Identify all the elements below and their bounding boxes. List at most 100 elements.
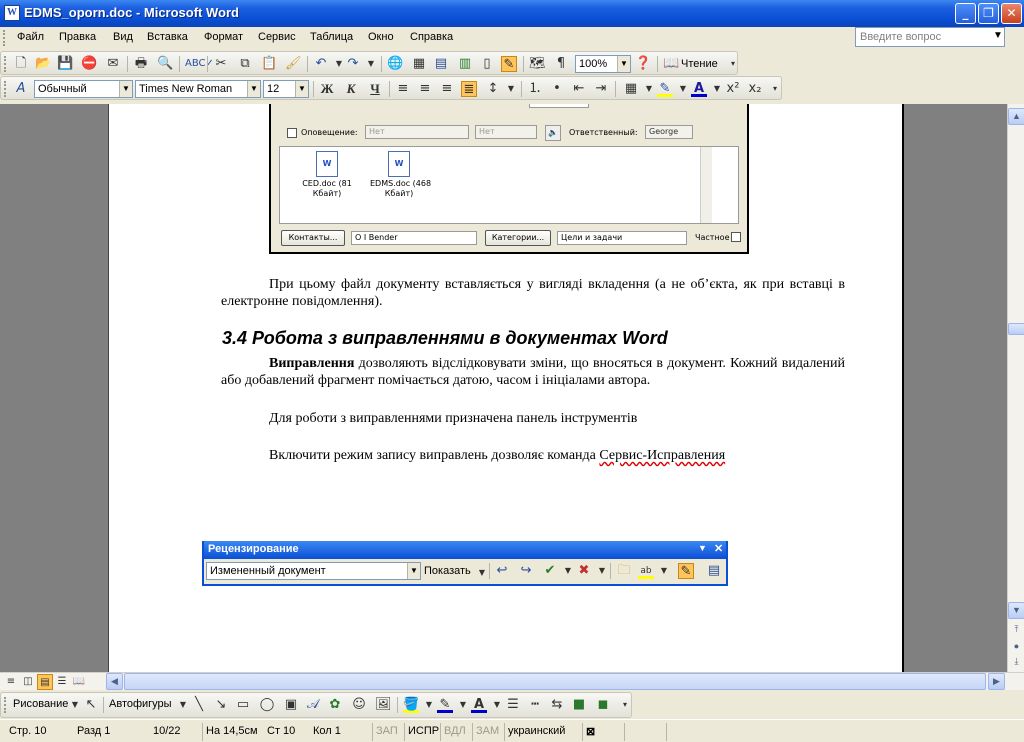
normal-view-icon[interactable]: ≡: [3, 674, 19, 690]
show-dropdown-icon[interactable]: ▼: [474, 565, 490, 581]
styles-formatting-icon[interactable]: A: [13, 81, 29, 97]
menu-edit[interactable]: Правка: [59, 31, 96, 43]
fill-dropdown-icon[interactable]: ▼: [421, 697, 437, 713]
review-toolbar-titlebar[interactable]: Рецензирование ▼ ✕: [204, 541, 726, 559]
align-center-icon[interactable]: ≡: [417, 81, 433, 97]
text-box-icon[interactable]: ▣: [283, 697, 299, 713]
bullets-icon[interactable]: •: [549, 81, 565, 97]
menu-view[interactable]: Вид: [113, 31, 133, 43]
document-page[interactable]: Оповещение: Нет Нет 🔈 Ответственный: Geo…: [108, 104, 904, 672]
toolbar-grip[interactable]: [4, 697, 7, 713]
print-layout-view-icon[interactable]: ▤: [37, 674, 53, 690]
toolbar-grip[interactable]: [4, 56, 7, 72]
highlight-icon[interactable]: ab: [638, 563, 654, 579]
help-icon[interactable]: ❓: [635, 56, 651, 72]
draw-menu-button[interactable]: Рисование: [13, 698, 68, 710]
format-painter-icon[interactable]: 🖌: [285, 56, 302, 72]
web-layout-view-icon[interactable]: ◫: [20, 674, 36, 690]
numbering-icon[interactable]: ⒈: [527, 81, 543, 97]
insert-picture-icon[interactable]: 🖼: [375, 697, 392, 713]
document-map-icon[interactable]: 🗺: [529, 56, 546, 72]
scroll-down-icon[interactable]: ▼: [1008, 602, 1024, 619]
status-overtype[interactable]: ЗАМ: [472, 723, 502, 741]
status-extend[interactable]: ВДЛ: [440, 723, 469, 741]
status-language[interactable]: украинский: [504, 723, 580, 741]
hyperlink-icon[interactable]: 🌐: [387, 56, 403, 72]
status-record-macro[interactable]: ЗАП: [372, 723, 401, 741]
reject-dropdown-icon[interactable]: ▼: [594, 563, 610, 579]
spelling-icon[interactable]: ABC✓: [185, 56, 214, 72]
font-color-icon[interactable]: A: [691, 81, 707, 97]
show-hide-formatting-icon[interactable]: ¶: [553, 56, 569, 72]
arrow-style-icon[interactable]: ⇆: [549, 697, 565, 713]
menu-tools[interactable]: Сервис: [258, 31, 296, 43]
drawing-toggle-icon[interactable]: ✎: [501, 56, 517, 72]
print-preview-icon[interactable]: 🔍: [157, 56, 173, 72]
insert-excel-icon[interactable]: ▥: [457, 56, 473, 72]
rectangle-icon[interactable]: ▭: [235, 697, 251, 713]
horizontal-scrollbar[interactable]: ≡ ◫ ▤ ☰ 📖 ◀ ▶: [0, 672, 1024, 690]
open-folder-icon[interactable]: 📂: [35, 56, 51, 72]
undo-icon[interactable]: ↶: [313, 56, 329, 72]
toolbar-grip[interactable]: [4, 81, 7, 97]
ask-dropdown-icon[interactable]: ▼: [993, 30, 1003, 41]
style-dropdown-icon[interactable]: ▼: [119, 81, 132, 97]
close-button[interactable]: ✕: [1001, 3, 1022, 24]
highlight-dropdown-icon[interactable]: ▼: [656, 563, 672, 579]
line-spacing-dropdown-icon[interactable]: ▼: [503, 81, 519, 97]
font-color-icon[interactable]: A: [471, 697, 487, 713]
toolbar-options-icon[interactable]: ▾: [617, 697, 633, 713]
dash-style-icon[interactable]: ┅: [527, 697, 543, 713]
print-icon[interactable]: 🖶: [133, 56, 149, 72]
copy-icon[interactable]: ⧉: [237, 56, 253, 72]
display-dropdown-icon[interactable]: ▼: [407, 563, 420, 579]
zoom-combo[interactable]: 100% ▼: [575, 55, 631, 73]
reviewing-pane-icon[interactable]: ▤: [706, 563, 722, 579]
toolbar-options-icon[interactable]: ▼: [698, 543, 707, 553]
insert-table-icon[interactable]: ▤: [433, 56, 449, 72]
reading-layout-view-icon[interactable]: 📖: [71, 674, 87, 690]
command-link[interactable]: Сервис-Исправления: [599, 448, 725, 463]
justify-icon[interactable]: ≣: [461, 81, 477, 97]
select-objects-icon[interactable]: ↖: [83, 697, 99, 713]
font-size-dropdown-icon[interactable]: ▼: [295, 81, 308, 97]
borders-dropdown-icon[interactable]: ▼: [641, 81, 657, 97]
superscript-icon[interactable]: x²: [725, 81, 741, 97]
clipart-icon[interactable]: ☺: [351, 697, 367, 713]
align-left-icon[interactable]: ≡: [395, 81, 411, 97]
horizontal-scroll-thumb[interactable]: [124, 673, 986, 690]
highlight-icon[interactable]: ✎: [657, 81, 673, 97]
underline-icon[interactable]: Ч: [367, 81, 383, 97]
font-dropdown-icon[interactable]: ▼: [247, 81, 260, 97]
new-document-icon[interactable]: 🗋: [13, 56, 29, 72]
fill-color-icon[interactable]: 🪣: [403, 697, 419, 713]
line-spacing-icon[interactable]: ↕: [485, 81, 501, 97]
arrow-icon[interactable]: ↘: [213, 697, 229, 713]
3d-style-icon[interactable]: ◼: [595, 697, 611, 713]
save-icon[interactable]: 💾: [57, 56, 73, 72]
restore-button[interactable]: ❐: [978, 3, 999, 24]
ask-question-input[interactable]: Введите вопрос: [855, 27, 1005, 47]
font-color-dropdown-icon[interactable]: ▼: [489, 697, 505, 713]
reject-change-icon[interactable]: ✖: [576, 563, 592, 579]
oval-icon[interactable]: ◯: [259, 697, 275, 713]
subscript-icon[interactable]: x₂: [747, 81, 763, 97]
font-color-dropdown-icon[interactable]: ▼: [709, 81, 725, 97]
line-icon[interactable]: ╲: [191, 697, 207, 713]
menu-file[interactable]: Файл: [17, 31, 44, 43]
display-for-review-combo[interactable]: Измененный документ ▼: [206, 562, 421, 580]
read-icon[interactable]: 📖: [663, 56, 679, 72]
cut-icon[interactable]: ✂: [213, 56, 229, 72]
previous-page-icon[interactable]: ⤒: [1008, 622, 1024, 639]
diagram-icon[interactable]: ✿: [327, 697, 343, 713]
close-icon[interactable]: ✕: [714, 542, 723, 555]
style-combo[interactable]: Обычный ▼: [34, 80, 133, 98]
accept-change-icon[interactable]: ✔: [542, 563, 558, 579]
toolbar-options-icon[interactable]: ▾: [725, 56, 741, 72]
italic-icon[interactable]: К: [343, 81, 359, 97]
show-menu-button[interactable]: Показать: [424, 565, 471, 577]
menu-format[interactable]: Формат: [204, 31, 243, 43]
font-size-combo[interactable]: 12 ▼: [263, 80, 309, 98]
highlight-dropdown-icon[interactable]: ▼: [675, 81, 691, 97]
menu-help[interactable]: Справка: [410, 31, 453, 43]
